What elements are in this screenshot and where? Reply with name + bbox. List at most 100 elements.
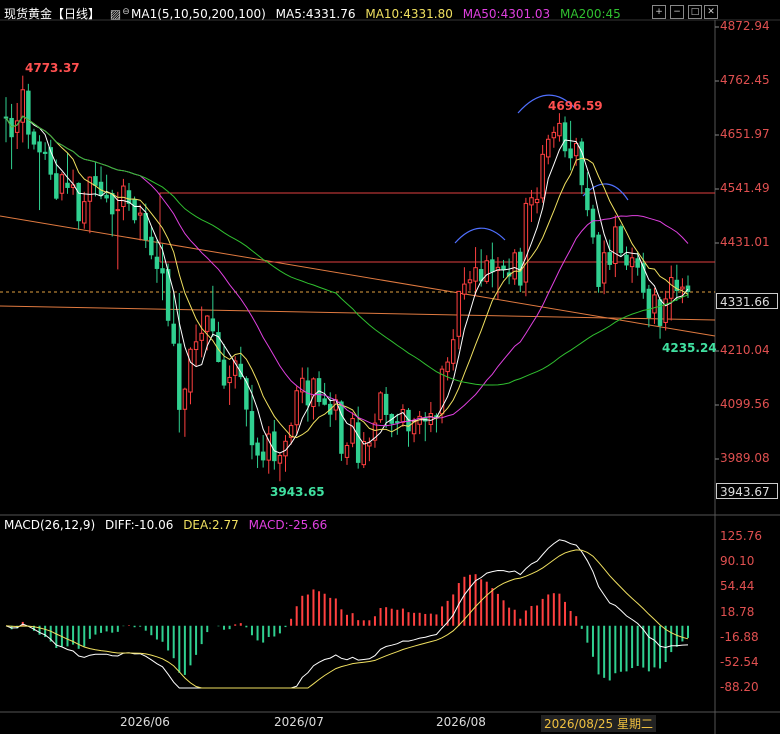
- candle-body: [272, 431, 277, 462]
- candle: [93, 161, 98, 197]
- macd-tick-label: 90.10: [720, 554, 755, 569]
- candle-body: [54, 173, 59, 199]
- chart-stage: 4773.37 4696.59 3943.65 4235.24 现货黄金【日线】 ▨ …: [0, 0, 780, 734]
- candle: [132, 196, 137, 224]
- candle: [668, 265, 674, 321]
- candle-body: [193, 341, 199, 351]
- candle-body: [680, 286, 685, 290]
- candle-body: [367, 442, 372, 447]
- candle: [601, 240, 607, 295]
- macd-tick-label: -16.88: [720, 629, 759, 644]
- candle-body: [154, 256, 160, 269]
- candle-body: [37, 141, 42, 153]
- candle-body: [585, 188, 590, 211]
- candle-body: [76, 182, 81, 222]
- candle: [210, 285, 216, 337]
- candle: [59, 172, 65, 201]
- candle: [272, 419, 277, 470]
- candle-body: [188, 348, 193, 393]
- macd-tick-label: 54.44: [720, 579, 755, 594]
- ma50-value: MA50:4301.03: [462, 7, 551, 21]
- candle-body: [260, 451, 266, 461]
- zoom-in-icon[interactable]: +: [652, 5, 666, 19]
- current-price-box: 4331.66: [716, 293, 778, 309]
- candle-body: [540, 153, 545, 199]
- candle: [663, 290, 668, 331]
- candle-body: [467, 279, 473, 284]
- candle: [121, 178, 126, 221]
- candle-body: [579, 141, 585, 186]
- candle: [294, 386, 299, 435]
- macd-label[interactable]: MACD(26,12,9): [4, 518, 95, 532]
- candle-body: [607, 252, 612, 265]
- candle-body: [344, 445, 350, 458]
- candle: [109, 189, 115, 237]
- low-left-label: 3943.65: [270, 485, 325, 499]
- instrument-title[interactable]: 现货黄金【日线】: [4, 7, 100, 21]
- settings-icon[interactable]: ⊖: [120, 6, 132, 18]
- left-shoulder-arc: [454, 227, 506, 244]
- macd-value: MACD:-25.66: [248, 518, 328, 532]
- candle-body: [445, 361, 450, 373]
- candle: [546, 134, 551, 165]
- candle: [65, 153, 70, 194]
- ma-indicator-label[interactable]: MA1(5,10,50,200,100): [131, 7, 266, 21]
- price-tick-label: 4431.01: [720, 235, 770, 249]
- candle: [450, 329, 456, 371]
- candle: [42, 142, 48, 160]
- candle-body: [210, 318, 216, 332]
- price-tick-label: 4651.97: [720, 127, 770, 141]
- candle-body: [294, 390, 299, 426]
- candle-body: [501, 265, 506, 270]
- close-icon[interactable]: ✕: [704, 5, 718, 19]
- candle-body: [355, 422, 361, 463]
- candle-body: [484, 260, 489, 282]
- candle: [607, 239, 612, 271]
- candle: [227, 365, 232, 405]
- candle-body: [132, 199, 137, 221]
- candle: [523, 197, 529, 297]
- candle: [193, 324, 199, 367]
- candle-body: [473, 267, 478, 282]
- candle-body: [160, 268, 165, 274]
- candle: [657, 296, 663, 339]
- candle: [87, 176, 93, 234]
- candle: [350, 412, 355, 448]
- candle: [423, 412, 428, 442]
- candle-body: [149, 236, 154, 256]
- candle-body: [227, 376, 232, 384]
- chart-svg: 4773.37 4696.59 3943.65 4235.24: [0, 19, 780, 734]
- candle: [540, 145, 545, 203]
- low-right-label: 4235.24: [662, 341, 717, 355]
- candle-body: [65, 182, 70, 188]
- candle-body: [529, 197, 534, 206]
- candle: [579, 138, 585, 194]
- candle: [646, 284, 652, 328]
- candle: [221, 344, 227, 389]
- candle-body: [322, 398, 327, 405]
- minus-icon[interactable]: −: [670, 5, 684, 19]
- candle: [529, 189, 534, 222]
- restore-icon[interactable]: □: [688, 5, 702, 19]
- candle-body: [26, 90, 31, 135]
- candle: [37, 135, 42, 211]
- candle: [568, 120, 573, 171]
- candle: [277, 452, 283, 482]
- candle: [188, 347, 193, 405]
- macd-header: MACD(26,12,9) DIFF:-10.06 DEA:2.77 MACD:…: [4, 518, 333, 532]
- candle-body: [428, 413, 434, 425]
- candle-body: [618, 226, 624, 254]
- macd-tick-label: 125.76: [720, 529, 762, 543]
- candle: [48, 139, 53, 180]
- price-tick-label: 4762.45: [720, 73, 770, 87]
- candle-body: [361, 441, 367, 466]
- candle: [260, 435, 266, 468]
- candle: [618, 224, 624, 258]
- candle: [490, 242, 495, 288]
- x-label-jul: 2026/07: [274, 715, 324, 729]
- candle: [361, 432, 367, 469]
- candle: [585, 172, 590, 217]
- candle-body: [109, 192, 115, 215]
- candle-body: [171, 323, 176, 344]
- macd-tick-label: -52.54: [720, 654, 759, 669]
